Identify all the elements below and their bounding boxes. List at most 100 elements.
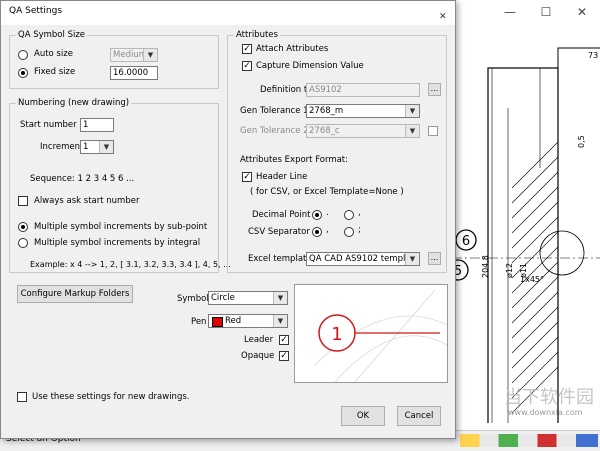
dimension-text-chamfer: 1x45° — [520, 275, 544, 284]
dimension-text-05: 0,5 — [577, 135, 586, 148]
gen-tolerance-1-label: Gen Tolerance 1: — [240, 106, 312, 116]
use-settings-label: Use these settings for new drawings. — [32, 392, 190, 402]
maximize-button[interactable]: ☐ — [536, 3, 556, 21]
always-ask-checkbox[interactable] — [18, 196, 28, 206]
status-toolbar-icons[interactable] — [460, 434, 598, 447]
gen-tolerance-2-select[interactable]: 2768_c ▼ — [306, 124, 420, 138]
chevron-down-icon: ▼ — [405, 125, 419, 137]
gen-tolerance-2-checkbox[interactable] — [428, 126, 438, 136]
symbol-preview: 1 — [294, 284, 448, 383]
header-line-checkbox[interactable]: ✓ — [242, 172, 252, 182]
symbol-label: Symbol — [177, 294, 209, 304]
pen-select[interactable]: Red ▼ — [208, 314, 288, 328]
fixed-size-input[interactable]: 16.0000 — [110, 66, 158, 80]
leader-checkbox[interactable]: ✓ — [279, 335, 289, 345]
numbering-group: Numbering (new drawing) Start number 1 I… — [9, 98, 231, 273]
cad-drawing-canvas[interactable]: 6 5 204,8 ø12 ø11 1x45° 73 0,5 当下软件园 www… — [452, 28, 600, 423]
cad-drawing: 6 5 204,8 ø12 ø11 1x45° 73 0,5 — [452, 47, 600, 423]
gen-tolerance-1-select[interactable]: 2768_m ▼ — [306, 104, 420, 118]
watermark-url: www.downxia.com — [508, 408, 583, 417]
auto-size-radio[interactable] — [18, 50, 28, 60]
increment-label: Increment — [40, 142, 84, 152]
balloon-6-text: 6 — [462, 234, 470, 249]
sequence-text: Sequence: 1 2 3 4 5 6 ... — [30, 174, 135, 184]
decimal-point-comma-label: , — [358, 208, 361, 218]
csv-separator-comma-label: , — [326, 225, 329, 235]
header-note: ( for CSV, or Excel Template=None ) — [250, 187, 404, 197]
opaque-checkbox[interactable]: ✓ — [279, 351, 289, 361]
definition-table-browse-button[interactable]: ... — [428, 83, 441, 96]
header-line-label: Header Line — [256, 172, 308, 182]
chevron-down-icon: ▼ — [405, 105, 419, 117]
chevron-down-icon: ▼ — [405, 253, 419, 265]
minimize-button[interactable]: — — [500, 3, 520, 21]
chevron-down-icon: ▼ — [273, 292, 287, 304]
window-close-button[interactable]: ✕ — [572, 3, 592, 21]
close-icon: ✕ — [576, 5, 588, 19]
capture-dimension-label: Capture Dimension Value — [256, 61, 364, 71]
attributes-group: Attributes ✓ Attach Attributes ✓ Capture… — [227, 30, 447, 273]
capture-dimension-checkbox[interactable]: ✓ — [242, 61, 252, 71]
csv-separator-semicolon-radio[interactable] — [344, 227, 354, 237]
integral-label: Multiple symbol increments by integral — [34, 238, 201, 248]
ok-button[interactable]: OK — [341, 406, 385, 426]
pen-value: Red — [225, 316, 242, 326]
subpoint-radio[interactable] — [18, 222, 28, 232]
opaque-label: Opaque — [241, 351, 275, 361]
decimal-point-label: Decimal Point — [252, 210, 311, 220]
symbol-size-group: QA Symbol Size Auto size Medium ▼ Fixed s… — [9, 30, 219, 89]
cancel-button[interactable]: Cancel — [397, 406, 441, 426]
configure-markup-folders-button[interactable]: Configure Markup Folders — [17, 285, 133, 303]
leader-label: Leader — [244, 335, 274, 345]
start-number-input[interactable]: 1 — [80, 118, 114, 132]
chevron-down-icon: ▼ — [143, 49, 157, 61]
attributes-legend: Attributes — [234, 30, 280, 40]
close-icon: ✕ — [439, 12, 447, 22]
csv-separator-semicolon-label: ; — [358, 225, 361, 235]
fixed-size-radio[interactable] — [18, 68, 28, 78]
chevron-down-icon: ▼ — [99, 141, 113, 153]
use-settings-checkbox[interactable] — [17, 392, 27, 402]
chevron-down-icon: ▼ — [273, 315, 287, 327]
definition-table-value: AS9102 — [309, 85, 342, 95]
increment-value: 1 — [83, 142, 89, 152]
decimal-point-dot-label: . — [326, 208, 329, 218]
decimal-point-comma-radio[interactable] — [344, 210, 354, 220]
csv-separator-label: CSV Separator — [248, 227, 310, 237]
fixed-size-label: Fixed size — [34, 67, 76, 77]
excel-template-label: Excel template — [248, 254, 312, 264]
auto-size-label: Auto size — [34, 49, 73, 59]
numbering-legend: Numbering (new drawing) — [16, 98, 132, 108]
gen-tolerance-1-value: 2768_m — [309, 106, 344, 116]
symbol-value: Circle — [211, 293, 235, 303]
hole-circle — [539, 230, 585, 276]
decimal-point-dot-radio[interactable] — [312, 210, 322, 220]
qa-settings-dialog: QA Settings ✕ QA Symbol Size Auto size M… — [0, 0, 456, 439]
gen-tolerance-2-value: 2768_c — [309, 126, 340, 136]
increment-select[interactable]: 1 ▼ — [80, 140, 114, 154]
excel-template-select[interactable]: QA CAD AS9102 template ▼ — [306, 252, 420, 266]
example-text: Example: x 4 --> 1, 2, [ 3.1, 3.2, 3.3, … — [30, 260, 231, 269]
symbol-select[interactable]: Circle ▼ — [208, 291, 288, 305]
definition-table-select[interactable]: AS9102 — [306, 83, 420, 97]
maximize-icon: ☐ — [540, 5, 552, 19]
watermark: 当下软件园 — [504, 387, 594, 408]
preview-balloon-number: 1 — [331, 324, 342, 345]
dialog-close-button[interactable]: ✕ — [431, 3, 451, 22]
export-format-label: Attributes Export Format: — [240, 155, 349, 165]
subpoint-label: Multiple symbol increments by sub-point — [34, 222, 208, 232]
attach-attributes-label: Attach Attributes — [256, 44, 329, 54]
pen-color-swatch — [212, 317, 223, 327]
dialog-title: QA Settings — [9, 6, 63, 16]
excel-template-browse-button[interactable]: ... — [428, 252, 441, 265]
auto-size-select[interactable]: Medium ▼ — [110, 48, 158, 62]
dimension-text-73: 73 — [588, 51, 598, 60]
integral-radio[interactable] — [18, 238, 28, 248]
minimize-icon: — — [504, 5, 516, 19]
pen-label: Pen — [191, 317, 207, 327]
gen-tolerance-2-label: Gen Tolerance 2: — [240, 126, 312, 136]
dimension-text-204: 204,8 — [481, 255, 490, 278]
preview-drawing: 1 — [314, 289, 448, 383]
csv-separator-comma-radio[interactable] — [312, 227, 322, 237]
attach-attributes-checkbox[interactable]: ✓ — [242, 44, 252, 54]
